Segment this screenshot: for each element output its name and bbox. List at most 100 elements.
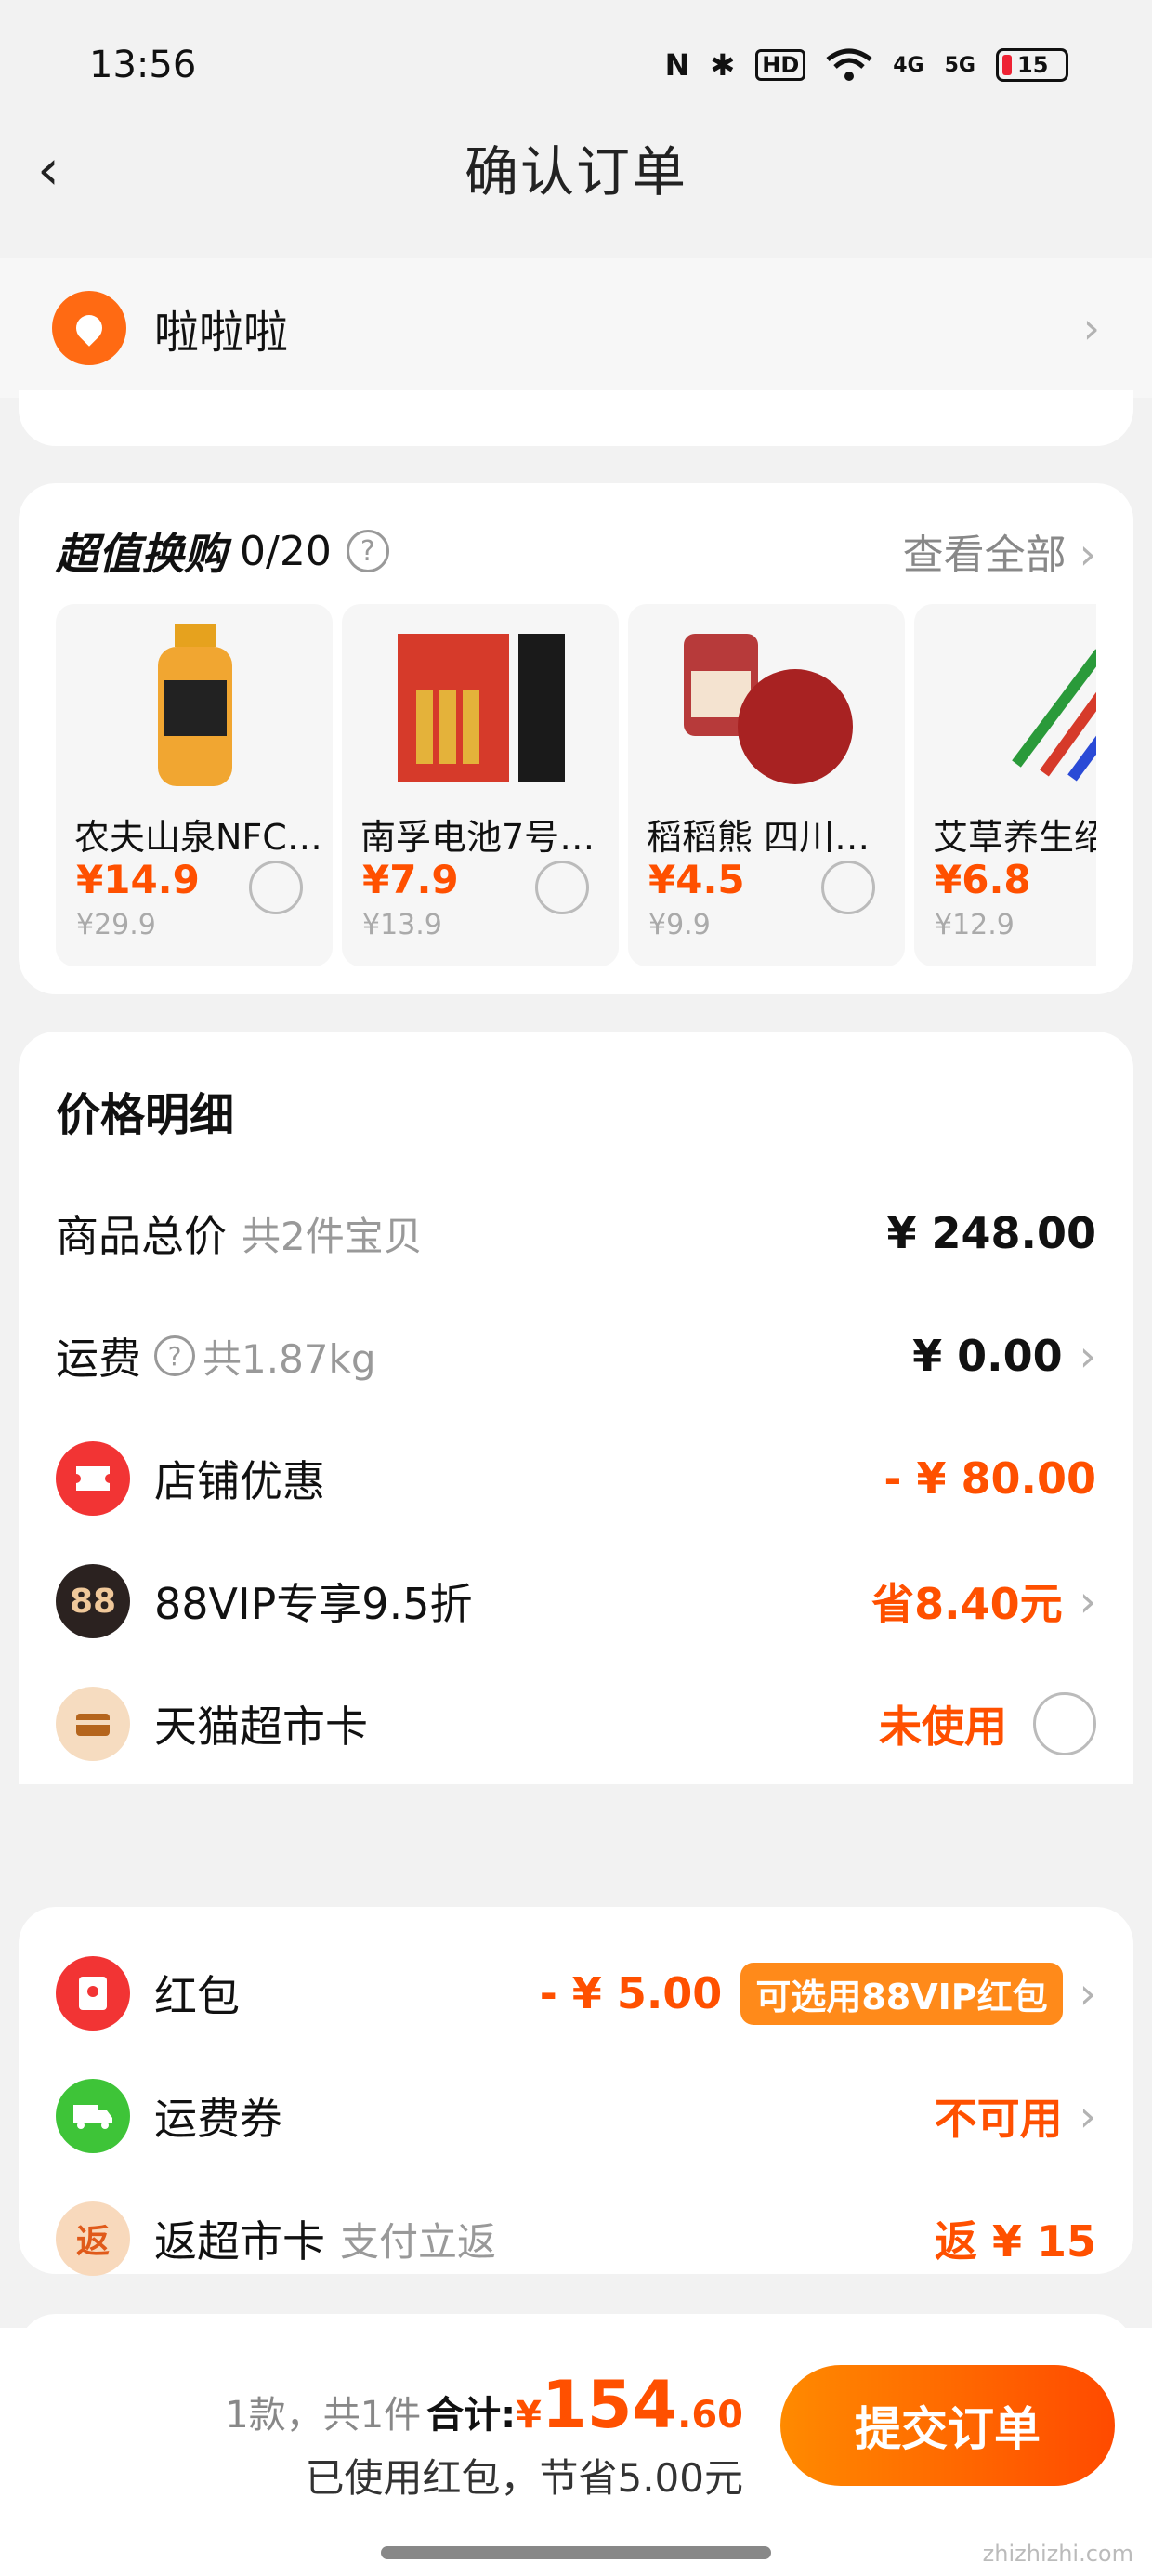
redpacket-row[interactable]: 红包 - ¥ 5.00 可选用88VIP红包 › [56,1952,1096,2035]
status-icons: N ✱ HD 4G 5G 15 [665,47,1068,83]
return-card-label: 返超市卡 [154,2216,325,2267]
product-name: 艾草养生绍 [933,817,1096,858]
store-discount-label: 店铺优惠 [154,1456,325,1506]
nfc-icon: N [664,47,690,83]
product-card[interactable]: 艾草养生绍 ¥6.8 ¥12.9 [914,604,1096,966]
return-card-row: 返 返超市卡 支付立返 返 ¥ 15 [56,2197,1096,2280]
supermarket-card-value: 未使用 [879,1702,1007,1752]
total-decimal: .60 [677,2394,743,2437]
chevron-right-icon: › [1079,1968,1096,2018]
goods-total-label: 商品总价 [56,1211,227,1261]
product-price: ¥14.9 [76,857,200,902]
product-name: 南孚电池7号4… [360,817,609,858]
help-icon[interactable]: ? [154,1335,195,1376]
view-all-link[interactable]: 查看全部 › [903,521,1096,581]
freight-coupon-label: 运费券 [154,2094,282,2144]
address-name: 啦啦啦 [154,307,289,359]
bluetooth-icon: ✱ [710,47,736,83]
hd-icon: HD [755,49,806,81]
battery-level: 15 [1017,52,1049,78]
price-detail-title: 价格明细 [56,1089,235,1141]
vip-discount-label: 88VIP专享9.5折 [154,1579,473,1629]
signal-4g-icon: 4G [893,53,924,77]
back-button[interactable]: ‹ [37,138,102,203]
ticket-icon [56,1441,130,1516]
product-price: ¥6.8 [935,857,1031,902]
shipping-label: 运费 [56,1334,141,1384]
product-original-price: ¥13.9 [362,909,442,941]
address-card-remnant [19,390,1133,446]
product-select-radio[interactable] [535,861,589,914]
vip-discount-value: 省8.40元 [871,1579,1063,1629]
vip-discount-row[interactable]: 88 88VIP专享9.5折 省8.40元 › [56,1559,1096,1643]
shipping-row[interactable]: 运费 ? 共1.87kg ¥ 0.00 › [56,1314,1096,1398]
product-select-radio[interactable] [249,861,303,914]
product-original-price: ¥9.9 [648,909,711,941]
location-pin-icon [52,291,126,365]
price-detail-card: 价格明细 商品总价 共2件宝贝 ¥ 248.00 运费 ? 共1.87kg ¥ … [19,1032,1133,1784]
pepper-jar-image [684,634,853,784]
total-currency: ¥ [516,2394,543,2437]
chevron-right-icon: › [1079,2091,1096,2141]
shipping-value: ¥ 0.00 [912,1331,1063,1381]
vip-redpacket-tag: 可选用88VIP红包 [740,1962,1063,2025]
product-card[interactable]: 稻稻熊 四川花… ¥4.5 ¥9.9 [628,604,905,966]
chevron-right-icon: › [1079,1576,1096,1626]
juice-bottle-image [158,624,232,786]
store-discount-row: 店铺优惠 - ¥ 80.00 [56,1437,1096,1520]
item-count: 1款，共1件 [225,2394,422,2437]
exchange-header: 超值换购 0/20 ? 查看全部 › [56,520,1096,582]
product-name: 农夫山泉NFC… [74,817,322,858]
goods-total-value: ¥ 248.00 [886,1208,1096,1258]
freight-coupon-row[interactable]: 运费券 不可用 › [56,2074,1096,2158]
red-packet-icon [56,1956,130,2031]
submit-order-button[interactable]: 提交订单 [780,2365,1115,2486]
return-card-value: 返 ¥ 15 [934,2216,1096,2267]
chevron-right-icon: › [1082,303,1100,353]
checkout-footer: 1款，共1件 合计: ¥ 154 .60 已使用红包，节省5.00元 提交订单 … [0,2328,1152,2576]
chevron-right-icon: › [1079,529,1096,579]
product-select-radio[interactable] [821,861,875,914]
supermarket-card-radio[interactable] [1033,1692,1096,1755]
product-name: 稻稻熊 四川花… [647,817,896,858]
goods-total-row: 商品总价 共2件宝贝 ¥ 248.00 [56,1191,1096,1275]
total-integer: 154 [542,2367,678,2443]
battery-pack-image [398,634,565,782]
chevron-right-icon: › [1079,1331,1096,1381]
nav-bar: ‹ 确认订单 [0,112,1152,223]
massage-tools-image [1012,649,1096,782]
truck-icon [56,2079,130,2153]
product-card[interactable]: 农夫山泉NFC… ¥14.9 ¥29.9 [56,604,333,966]
shipping-weight: 共1.87kg [203,1335,376,1382]
home-indicator[interactable] [381,2546,771,2559]
help-icon[interactable]: ? [346,530,389,572]
status-bar: 13:56 N ✱ HD 4G 5G 15 [0,0,1152,130]
return-icon: 返 [56,2201,130,2276]
return-card-sub: 支付立返 [340,2218,497,2265]
redpacket-value: - ¥ 5.00 [539,1968,723,2018]
goods-count: 共2件宝贝 [242,1213,423,1259]
product-price: ¥7.9 [362,857,459,902]
product-card[interactable]: 南孚电池7号4… ¥7.9 ¥13.9 [342,604,619,966]
exchange-count: 0/20 [240,527,332,575]
supermarket-card-row[interactable]: 天猫超市卡 未使用 [56,1682,1096,1766]
exchange-title: 超值换购 [56,529,227,579]
vip-88-icon: 88 [56,1564,130,1638]
card-icon [56,1687,130,1761]
view-all-label: 查看全部 [902,532,1067,579]
savings-note: 已使用红包，节省5.00元 [305,2455,743,2501]
product-original-price: ¥29.9 [76,909,156,941]
supermarket-card-label: 天猫超市卡 [154,1702,368,1752]
coupon-card: 红包 - ¥ 5.00 可选用88VIP红包 › 运费券 不可用 › 返 返超市… [19,1907,1133,2276]
order-summary: 1款，共1件 合计: ¥ 154 .60 已使用红包，节省5.00元 [225,2367,743,2504]
wifi-icon [826,48,872,81]
address-bar[interactable]: 啦啦啦 › [0,258,1152,398]
status-time: 13:56 [89,44,197,86]
store-discount-value: - ¥ 80.00 [884,1453,1096,1504]
exchange-card: 超值换购 0/20 ? 查看全部 › 农夫山泉NFC… ¥14.9 ¥29.9 [19,483,1133,994]
redpacket-label: 红包 [154,1971,240,2021]
signal-5g-icon: 5G [944,53,975,77]
watermark: zhizhizhi.com [982,2541,1133,2567]
product-list: 农夫山泉NFC… ¥14.9 ¥29.9 南孚电池7号4… ¥7.9 ¥13.9 [56,604,1096,966]
product-price: ¥4.5 [648,857,745,902]
